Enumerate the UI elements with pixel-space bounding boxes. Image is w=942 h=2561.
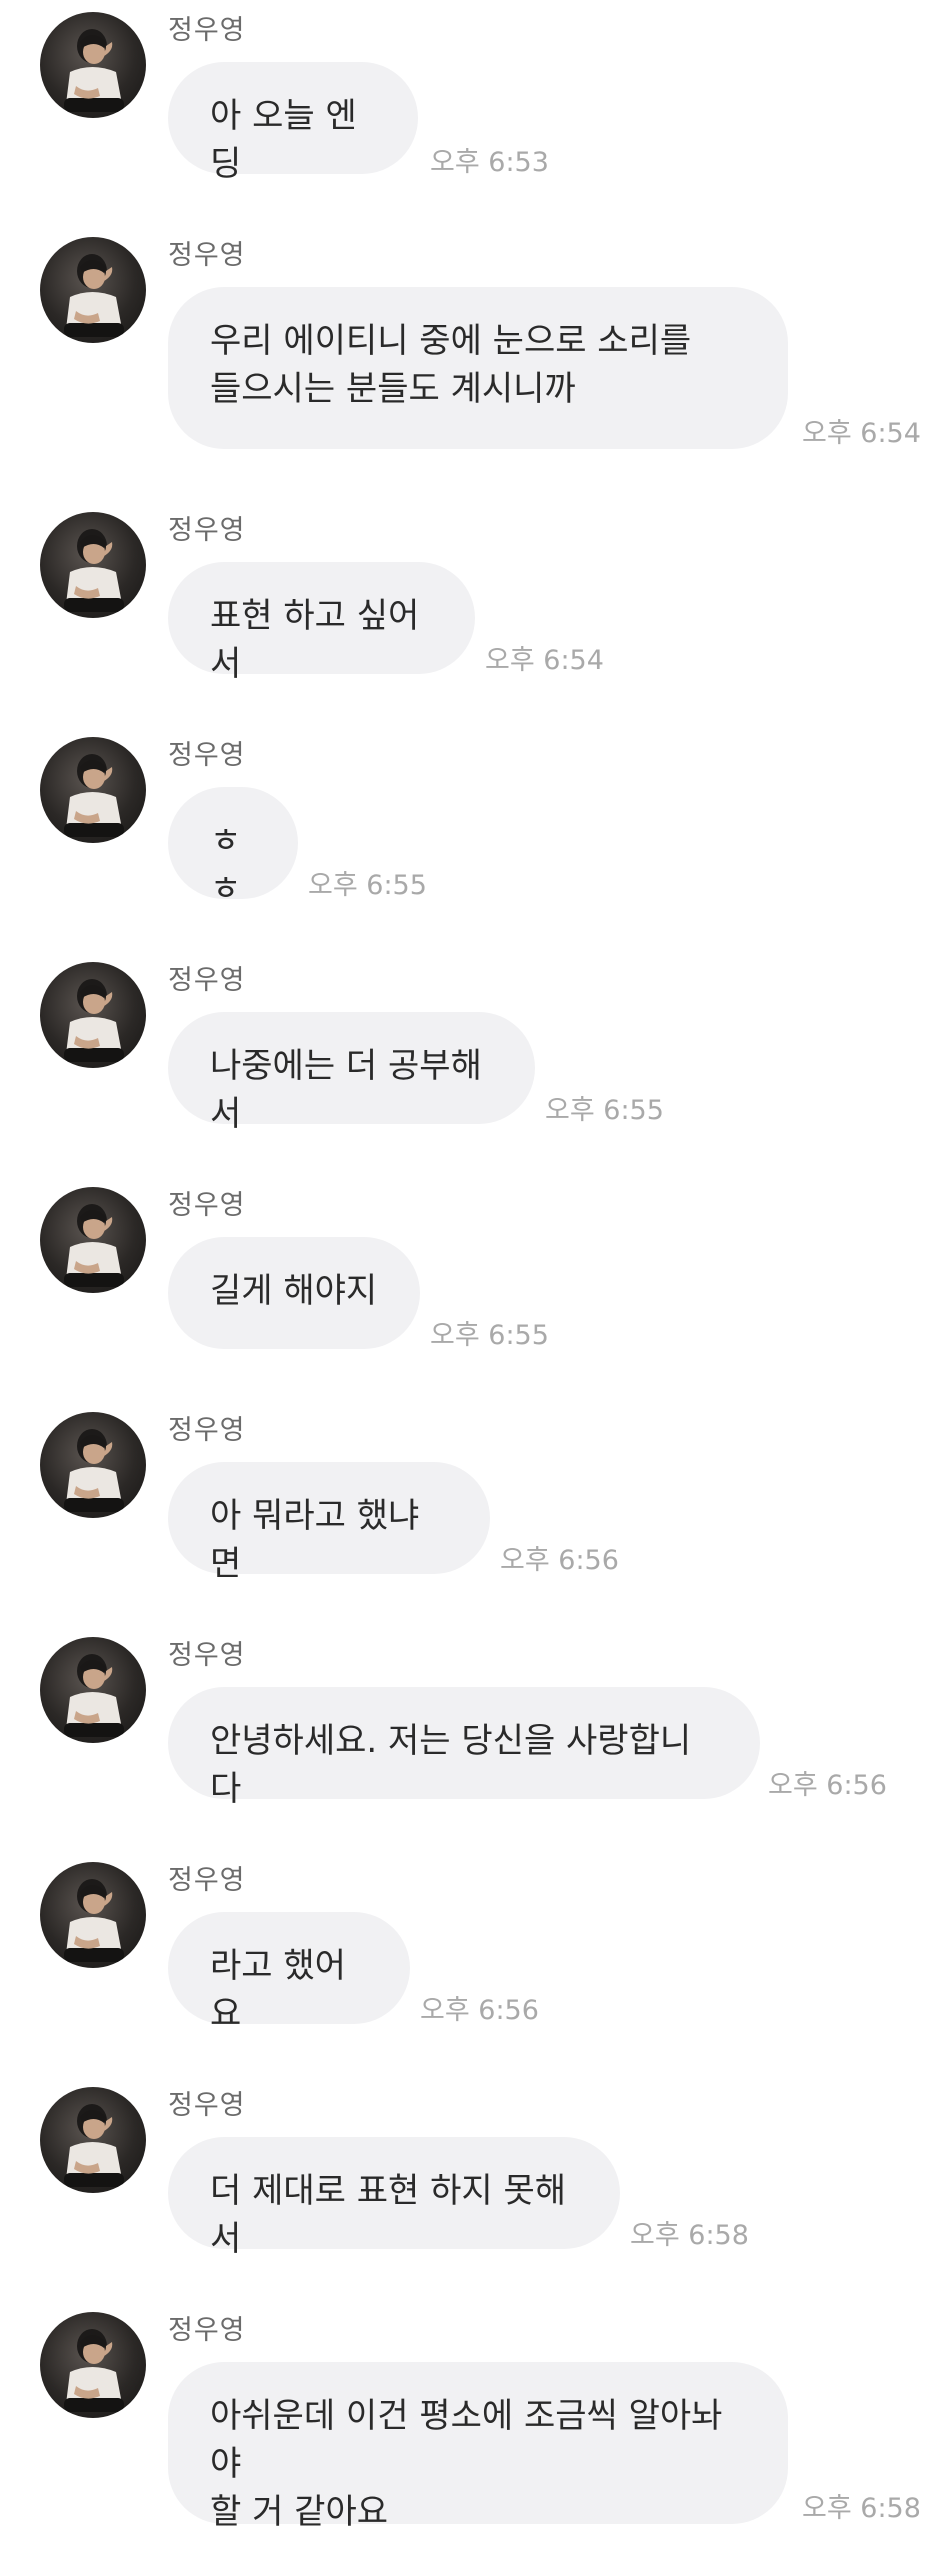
avatar[interactable] <box>40 1637 146 1743</box>
message-bubble[interactable]: 길게 해야지 <box>168 1237 420 1349</box>
message-time: 오후 6:55 <box>308 870 427 901</box>
sender-name: 정우영 <box>168 2315 246 2346</box>
message-time: 오후 6:58 <box>802 2493 921 2524</box>
message-bubble[interactable]: 안녕하세요. 저는 당신을 사랑합니다 <box>168 1687 760 1809</box>
avatar[interactable] <box>40 1862 146 1968</box>
avatar[interactable] <box>40 1187 146 1293</box>
avatar[interactable] <box>40 2087 146 2193</box>
message-bubble[interactable]: 우리 에이티니 중에 눈으로 소리를 들으시는 분들도 계시니까 <box>168 287 788 449</box>
avatar[interactable] <box>40 962 146 1068</box>
message-bubble[interactable]: 표현 하고 싶어서 <box>168 562 475 684</box>
sender-name: 정우영 <box>168 240 246 271</box>
sender-name: 정우영 <box>168 15 246 46</box>
message-time: 오후 6:54 <box>802 418 921 449</box>
avatar[interactable] <box>40 2312 146 2418</box>
message-time: 오후 6:56 <box>420 1995 539 2026</box>
message-bubble[interactable]: 나중에는 더 공부해서 <box>168 1012 535 1134</box>
message-bubble[interactable]: 더 제대로 표현 하지 못해서 <box>168 2137 620 2259</box>
message-time: 오후 6:56 <box>768 1770 887 1801</box>
avatar[interactable] <box>40 12 146 118</box>
avatar[interactable] <box>40 237 146 343</box>
sender-name: 정우영 <box>168 1865 246 1896</box>
sender-name: 정우영 <box>168 2090 246 2121</box>
message-time: 오후 6:54 <box>485 645 604 676</box>
message-bubble[interactable]: ㅎㅎ <box>168 787 298 909</box>
message-time: 오후 6:55 <box>430 1320 549 1351</box>
sender-name: 정우영 <box>168 1640 246 1671</box>
sender-name: 정우영 <box>168 1190 246 1221</box>
avatar[interactable] <box>40 737 146 843</box>
message-time: 오후 6:55 <box>545 1095 664 1126</box>
message-bubble[interactable]: 라고 했어요 <box>168 1912 410 2034</box>
message-bubble[interactable]: 아 오늘 엔딩 <box>168 62 418 184</box>
message-time: 오후 6:56 <box>500 1545 619 1576</box>
message-bubble[interactable]: 아쉬운데 이건 평소에 조금씩 알아놔야 할 거 같아요 <box>168 2362 788 2532</box>
message-bubble[interactable]: 아 뭐라고 했냐면 <box>168 1462 490 1584</box>
message-time: 오후 6:58 <box>630 2220 749 2251</box>
avatar[interactable] <box>40 1412 146 1518</box>
sender-name: 정우영 <box>168 965 246 996</box>
avatar[interactable] <box>40 512 146 618</box>
sender-name: 정우영 <box>168 515 246 546</box>
message-time: 오후 6:53 <box>430 147 549 178</box>
sender-name: 정우영 <box>168 740 246 771</box>
sender-name: 정우영 <box>168 1415 246 1446</box>
